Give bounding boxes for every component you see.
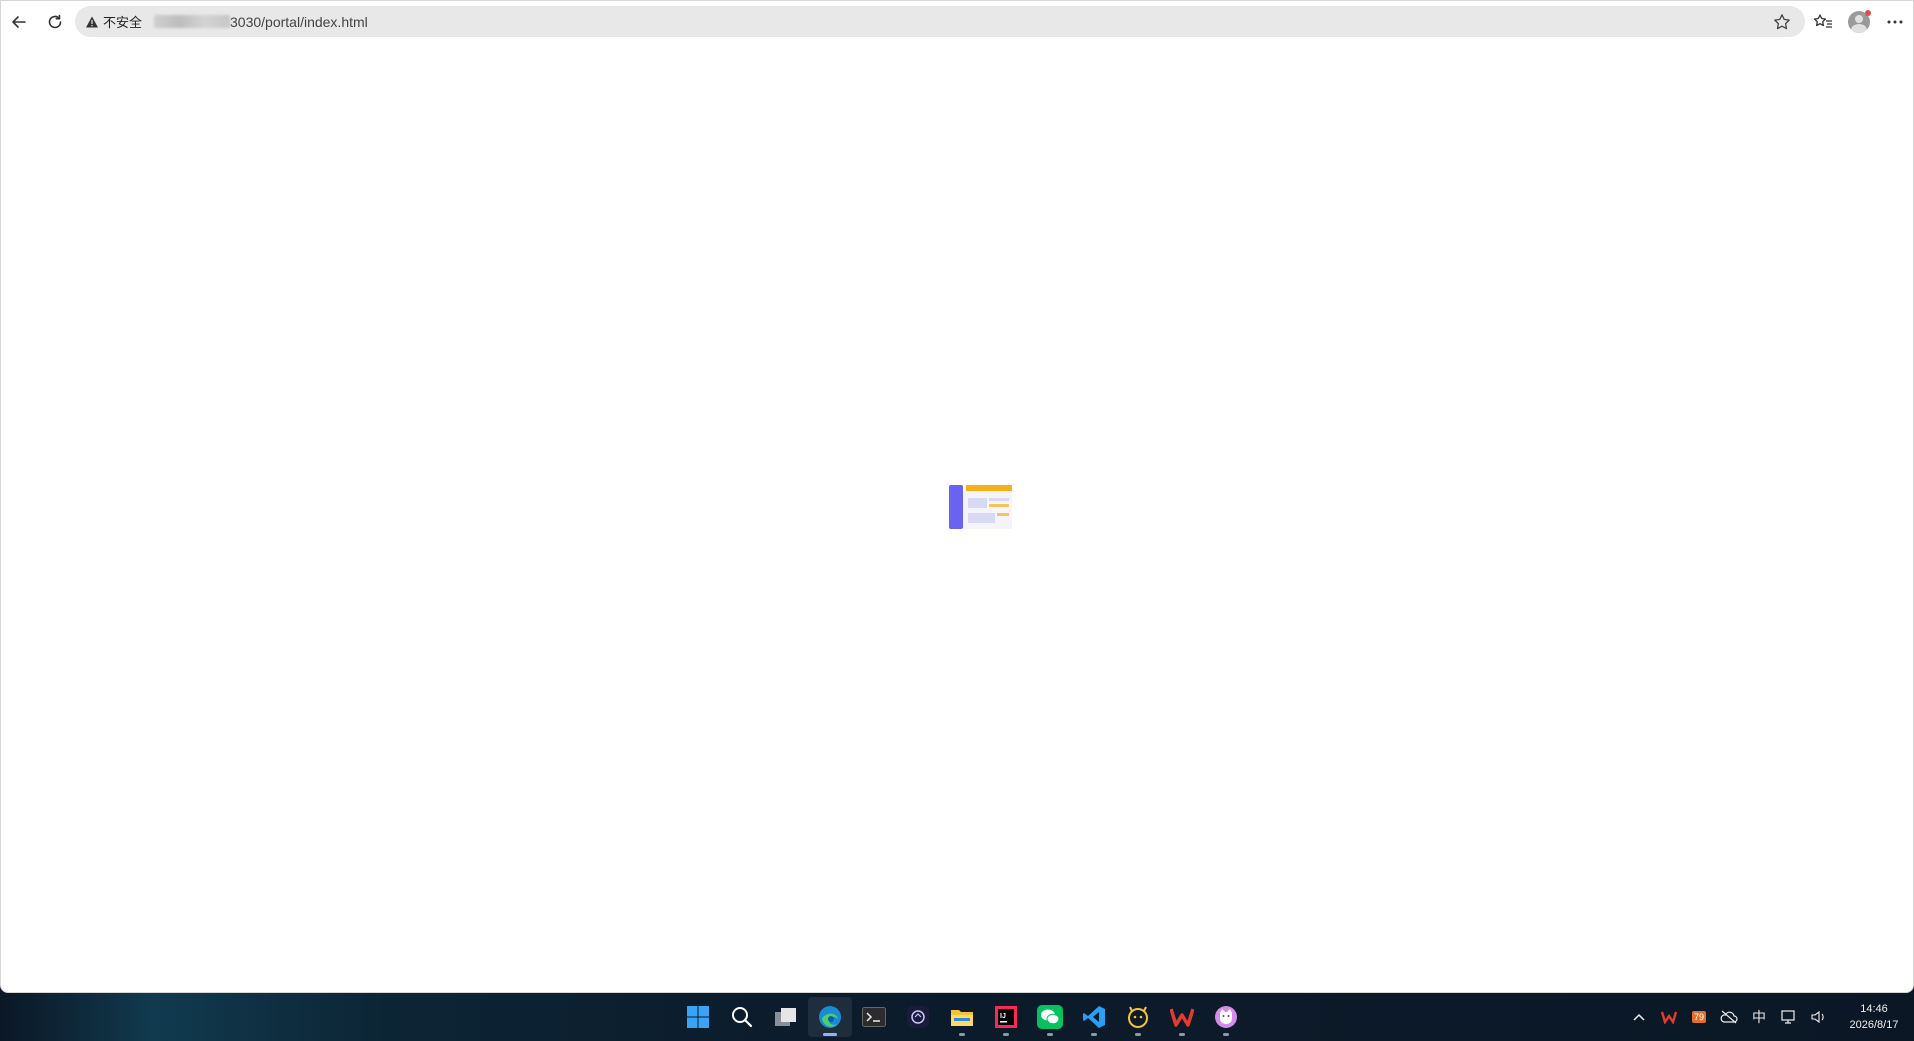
start-button[interactable] xyxy=(676,997,720,1037)
windows-taskbar: IJ 79 中 14:46 2026/8/17 xyxy=(0,993,1914,1041)
url-text[interactable]: 3030/portal/index.html xyxy=(230,14,368,30)
search-button[interactable] xyxy=(720,997,764,1037)
favorites-button[interactable] xyxy=(1805,4,1841,40)
taskbar-app-wps[interactable] xyxy=(1160,997,1204,1037)
refresh-button[interactable] xyxy=(37,4,73,40)
clock-time: 14:46 xyxy=(1860,1003,1888,1015)
input-method-indicator[interactable]: 中 xyxy=(1744,1007,1774,1027)
svg-text:IJ: IJ xyxy=(1000,1013,1006,1020)
running-indicator xyxy=(823,1033,837,1036)
network-icon xyxy=(1781,1010,1795,1024)
running-indicator xyxy=(1047,1033,1053,1036)
favorite-star-icon[interactable] xyxy=(1773,13,1791,31)
vscode-icon xyxy=(1083,1006,1105,1028)
cursor-app-icon xyxy=(907,1006,929,1028)
wps-office-icon xyxy=(1170,1008,1194,1027)
profile-avatar xyxy=(1848,10,1871,33)
favorites-list-icon xyxy=(1813,14,1832,28)
more-menu-button[interactable] xyxy=(1877,4,1913,40)
terminal-icon xyxy=(862,1007,886,1027)
chevron-up-icon xyxy=(1633,1013,1645,1021)
profile-button[interactable] xyxy=(1841,4,1877,40)
security-status-label[interactable]: 不安全 xyxy=(103,12,142,31)
browser-window: 不安全 3030/portal/index.html xyxy=(0,0,1914,993)
speaker-icon xyxy=(1811,1010,1824,1024)
file-explorer-icon xyxy=(951,1010,973,1026)
redacted-host xyxy=(154,15,231,28)
edge-browser-icon xyxy=(819,1006,841,1028)
taskbar-apps: IJ xyxy=(676,993,1248,1041)
taskbar-app-terminal[interactable] xyxy=(852,997,896,1037)
taskbar-app-file-explorer[interactable] xyxy=(940,997,984,1037)
navicat-icon xyxy=(1128,1006,1148,1028)
tray-wps-button[interactable] xyxy=(1654,1010,1684,1024)
cloud-off-icon xyxy=(1720,1010,1738,1024)
tray-badge-button[interactable]: 79 xyxy=(1684,1011,1714,1023)
address-bar[interactable]: 不安全 3030/portal/index.html xyxy=(75,6,1805,37)
notification-dot xyxy=(1865,10,1871,16)
back-button[interactable] xyxy=(1,4,37,40)
tray-cloud-button[interactable] xyxy=(1714,1010,1744,1024)
refresh-icon xyxy=(48,14,62,29)
ime-label: 中 xyxy=(1752,1009,1766,1025)
tray-badge: 79 xyxy=(1691,1011,1706,1023)
wps-tray-icon xyxy=(1661,1011,1677,1024)
clock-date: 2026/8/17 xyxy=(1849,1019,1899,1031)
running-indicator xyxy=(1091,1033,1097,1036)
taskbar-app-navicat[interactable] xyxy=(1116,997,1160,1037)
arrow-left-icon xyxy=(12,16,26,28)
running-indicator xyxy=(959,1033,965,1036)
more-dots-icon xyxy=(1887,20,1903,24)
task-view-icon xyxy=(775,1008,796,1026)
task-view-button[interactable] xyxy=(764,997,808,1037)
taskbar-app-cat[interactable] xyxy=(1204,997,1248,1037)
system-tray: 79 中 14:46 2026/8/17 xyxy=(1624,993,1914,1041)
taskbar-app-edge[interactable] xyxy=(808,997,852,1037)
browser-actions xyxy=(1805,1,1913,43)
show-hidden-icons-button[interactable] xyxy=(1624,1013,1654,1021)
taskbar-app-vscode[interactable] xyxy=(1072,997,1116,1037)
network-button[interactable] xyxy=(1774,1010,1804,1024)
running-indicator xyxy=(1179,1033,1185,1036)
taskbar-app-cursor[interactable] xyxy=(896,997,940,1037)
cat-app-icon xyxy=(1215,1006,1237,1028)
taskbar-app-intellij[interactable]: IJ xyxy=(984,997,1028,1037)
clock[interactable]: 14:46 2026/8/17 xyxy=(1834,1001,1914,1033)
browser-toolbar: 不安全 3030/portal/index.html xyxy=(1,1,1913,43)
running-indicator xyxy=(1135,1033,1141,1036)
running-indicator xyxy=(1003,1033,1009,1036)
taskbar-app-wechat[interactable] xyxy=(1028,997,1072,1037)
wechat-icon xyxy=(1037,1005,1063,1029)
running-indicator xyxy=(1223,1033,1229,1036)
intellij-idea-icon: IJ xyxy=(995,1006,1017,1028)
windows-start-icon xyxy=(687,1006,709,1028)
search-icon xyxy=(732,1007,753,1028)
loading-page-icon xyxy=(949,485,1012,529)
volume-button[interactable] xyxy=(1804,1010,1834,1024)
warning-icon xyxy=(86,16,98,27)
